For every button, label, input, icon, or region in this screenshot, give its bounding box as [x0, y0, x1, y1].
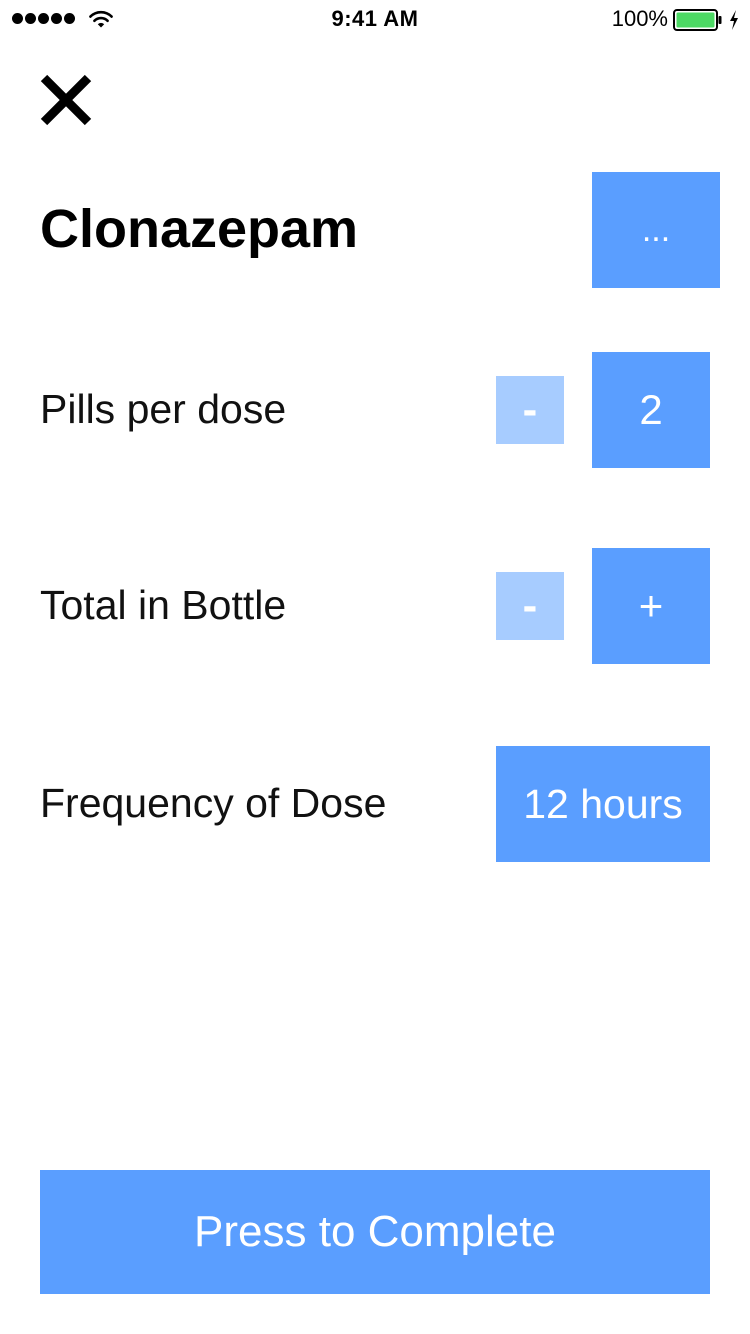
pills-value-display[interactable]: 2 — [592, 352, 710, 468]
complete-button[interactable]: Press to Complete — [40, 1170, 710, 1294]
status-bar: 9:41 AM 100% — [0, 0, 750, 40]
bottle-decrement-button[interactable]: - — [496, 572, 564, 640]
frequency-selector-button[interactable]: 12 hours — [496, 746, 710, 862]
bolt-icon — [730, 10, 738, 30]
battery-percent: 100% — [611, 6, 668, 31]
bottle-increment-button[interactable]: + — [592, 548, 710, 664]
medication-name: Clonazepam — [40, 199, 359, 259]
pills-per-dose-label: Pills per dose — [40, 386, 287, 432]
frequency-label: Frequency of Dose — [40, 780, 387, 826]
total-in-bottle-label: Total in Bottle — [40, 582, 287, 628]
pills-decrement-button[interactable]: - — [496, 376, 564, 444]
more-options-button[interactable]: ... — [592, 172, 720, 288]
battery-icon — [673, 9, 722, 31]
close-button[interactable] — [36, 70, 96, 130]
close-icon — [40, 74, 92, 126]
